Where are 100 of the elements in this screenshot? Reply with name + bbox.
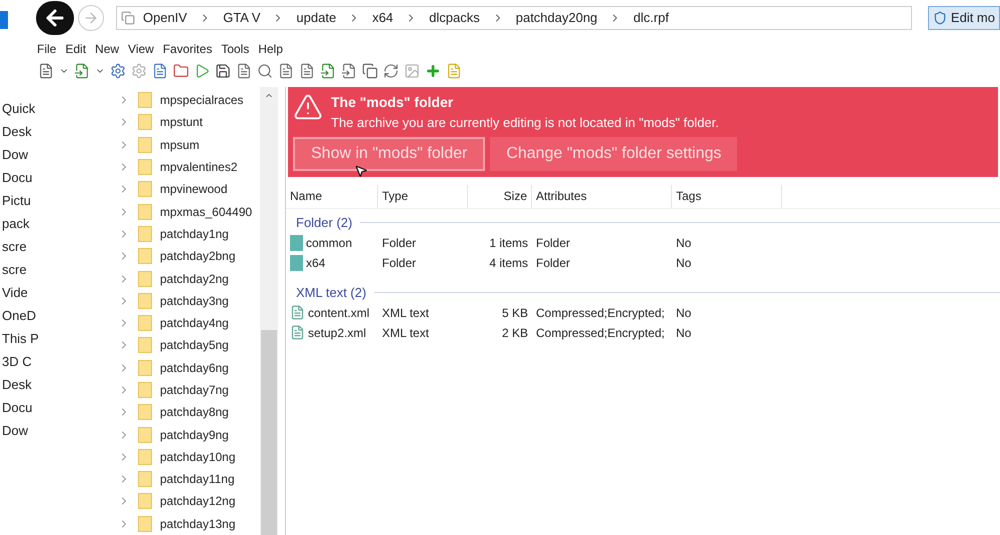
group-header[interactable]: XML text (2) xyxy=(296,282,366,302)
tree-item[interactable]: patchday12ng xyxy=(160,492,236,510)
tree-item[interactable]: mpstunt xyxy=(160,113,203,132)
nav-pane-item[interactable]: Dow xyxy=(0,421,118,437)
tree-item[interactable]: patchday5ng xyxy=(160,336,229,354)
nav-pane-item[interactable]: Pictu xyxy=(0,191,118,207)
nav-pane-item[interactable]: scre xyxy=(0,237,118,253)
breadcrumb-item[interactable]: update xyxy=(292,8,340,28)
save-icon[interactable] xyxy=(215,63,231,79)
edit-icon[interactable] xyxy=(236,63,252,79)
edit-mode-button[interactable]: Edit mo xyxy=(928,6,1000,30)
breadcrumb-item[interactable]: dlc.rpf xyxy=(629,8,673,28)
settings-icon[interactable] xyxy=(110,63,126,79)
folder-icon xyxy=(138,382,152,398)
add-icon[interactable] xyxy=(425,63,441,79)
column-header[interactable]: Name xyxy=(286,184,378,208)
mouse-cursor xyxy=(354,164,368,178)
refresh-icon[interactable] xyxy=(383,63,399,79)
table-cell[interactable]: common xyxy=(306,234,352,252)
table-cell[interactable]: setup2.xml xyxy=(308,324,366,342)
tree-item[interactable]: patchday8ng xyxy=(160,403,229,422)
breadcrumb-item[interactable]: GTA V xyxy=(219,8,264,28)
column-header[interactable]: Attributes xyxy=(532,184,672,208)
table-cell-text: 2 KB xyxy=(502,324,528,342)
breadcrumb-item[interactable]: dlcpacks xyxy=(425,8,484,28)
tree-item[interactable]: patchday2ng xyxy=(160,270,229,288)
folder-icon xyxy=(138,181,152,198)
back-button[interactable] xyxy=(36,1,74,35)
tree-item[interactable]: patchday3ng xyxy=(160,292,229,310)
column-header[interactable]: Tags xyxy=(672,184,782,208)
nav-pane-item[interactable]: Quick xyxy=(0,99,118,115)
nav-pane-item[interactable]: This P xyxy=(0,329,118,345)
document-icon[interactable] xyxy=(299,63,315,79)
address-bar[interactable]: OpenIV GTA V update x64 dlcpacks patchday20ng dlc.rpf xyxy=(116,6,912,30)
folder-icon xyxy=(138,315,152,332)
gear-icon[interactable] xyxy=(131,63,147,79)
scrollbar[interactable] xyxy=(260,87,278,535)
nav-pane-item[interactable]: OneD xyxy=(0,306,118,322)
tree-item[interactable]: patchday4ng xyxy=(160,314,229,332)
image-icon[interactable] xyxy=(404,63,420,79)
banner-title: The "mods" folder xyxy=(331,93,454,112)
nav-pane-item[interactable]: Desk xyxy=(0,375,118,391)
menu-item[interactable]: New xyxy=(95,40,120,58)
table-cell-text: Folder xyxy=(536,254,570,272)
table-cell[interactable]: content.xml xyxy=(308,304,370,322)
nav-pane-item[interactable]: Dow xyxy=(0,145,118,161)
search-icon[interactable] xyxy=(257,63,273,79)
export-icon[interactable] xyxy=(341,63,357,79)
menu-item[interactable]: File xyxy=(37,40,56,58)
folder-icon xyxy=(138,471,152,488)
document-icon[interactable] xyxy=(278,63,294,79)
tree-item[interactable]: patchday2bng xyxy=(160,247,236,266)
tree-item[interactable]: patchday10ng xyxy=(160,448,236,466)
breadcrumb-item[interactable]: patchday20ng xyxy=(512,8,602,28)
forward-button[interactable] xyxy=(78,5,104,31)
tree-item[interactable]: patchday1ng xyxy=(160,224,229,243)
table-cell[interactable]: x64 xyxy=(306,254,326,272)
open-file-icon[interactable] xyxy=(74,63,90,79)
nav-pane-item[interactable]: pack xyxy=(0,214,118,230)
tree-item[interactable]: patchday13ng xyxy=(160,514,236,533)
table-cell-text: XML text xyxy=(382,304,429,322)
table-cell-text: No xyxy=(676,304,692,322)
import-icon[interactable] xyxy=(320,63,336,79)
tree-item[interactable]: patchday7ng xyxy=(160,381,229,399)
nav-pane-item[interactable]: 3D C xyxy=(0,352,118,368)
table-cell-text: Folder xyxy=(536,234,570,252)
tree-item[interactable]: patchday6ng xyxy=(160,358,229,377)
folder-icon xyxy=(138,448,152,465)
menu-item[interactable]: Tools xyxy=(221,40,250,58)
folder-icon xyxy=(138,114,152,130)
tree-item[interactable]: mpxmas_604490 xyxy=(160,202,252,221)
menu-item[interactable]: Edit xyxy=(65,40,86,58)
tree-item[interactable]: mpvalentines2 xyxy=(160,158,238,176)
menu-item[interactable]: Favorites xyxy=(162,40,212,58)
tree-item[interactable]: mpvinewood xyxy=(160,180,228,198)
nav-pane-item[interactable]: Desk xyxy=(0,122,118,138)
table-cell-text: No xyxy=(676,254,692,272)
folder-icon xyxy=(138,516,152,532)
column-header[interactable]: Type xyxy=(378,184,468,208)
new-file-icon[interactable] xyxy=(38,63,54,79)
tree-item[interactable]: patchday11ng xyxy=(160,470,235,488)
column-header[interactable]: Size xyxy=(468,184,532,208)
nav-pane-item[interactable]: scre xyxy=(0,260,118,276)
menu-item[interactable]: View xyxy=(128,40,154,58)
nav-pane-item[interactable]: Vide xyxy=(0,283,118,299)
play-icon[interactable] xyxy=(194,63,210,79)
scrollbar-thumb[interactable] xyxy=(261,330,277,535)
tree-item[interactable]: patchday9ng xyxy=(160,426,229,444)
tree-item[interactable]: mpsum xyxy=(160,136,200,154)
breadcrumb-item[interactable]: x64 xyxy=(368,8,398,28)
nav-pane-item[interactable]: Docu xyxy=(0,398,118,414)
window-edge xyxy=(0,11,8,29)
nav-pane-item[interactable]: Docu xyxy=(0,168,118,184)
table-cell-text: Folder xyxy=(382,254,416,272)
breadcrumb-item[interactable]: OpenIV xyxy=(139,8,192,28)
table-cell-text: No xyxy=(676,234,692,252)
tree-item[interactable]: mpspecialraces xyxy=(160,91,244,110)
menu-item[interactable]: Help xyxy=(258,40,283,58)
note-icon[interactable] xyxy=(446,63,462,79)
group-header[interactable]: Folder (2) xyxy=(296,212,352,232)
